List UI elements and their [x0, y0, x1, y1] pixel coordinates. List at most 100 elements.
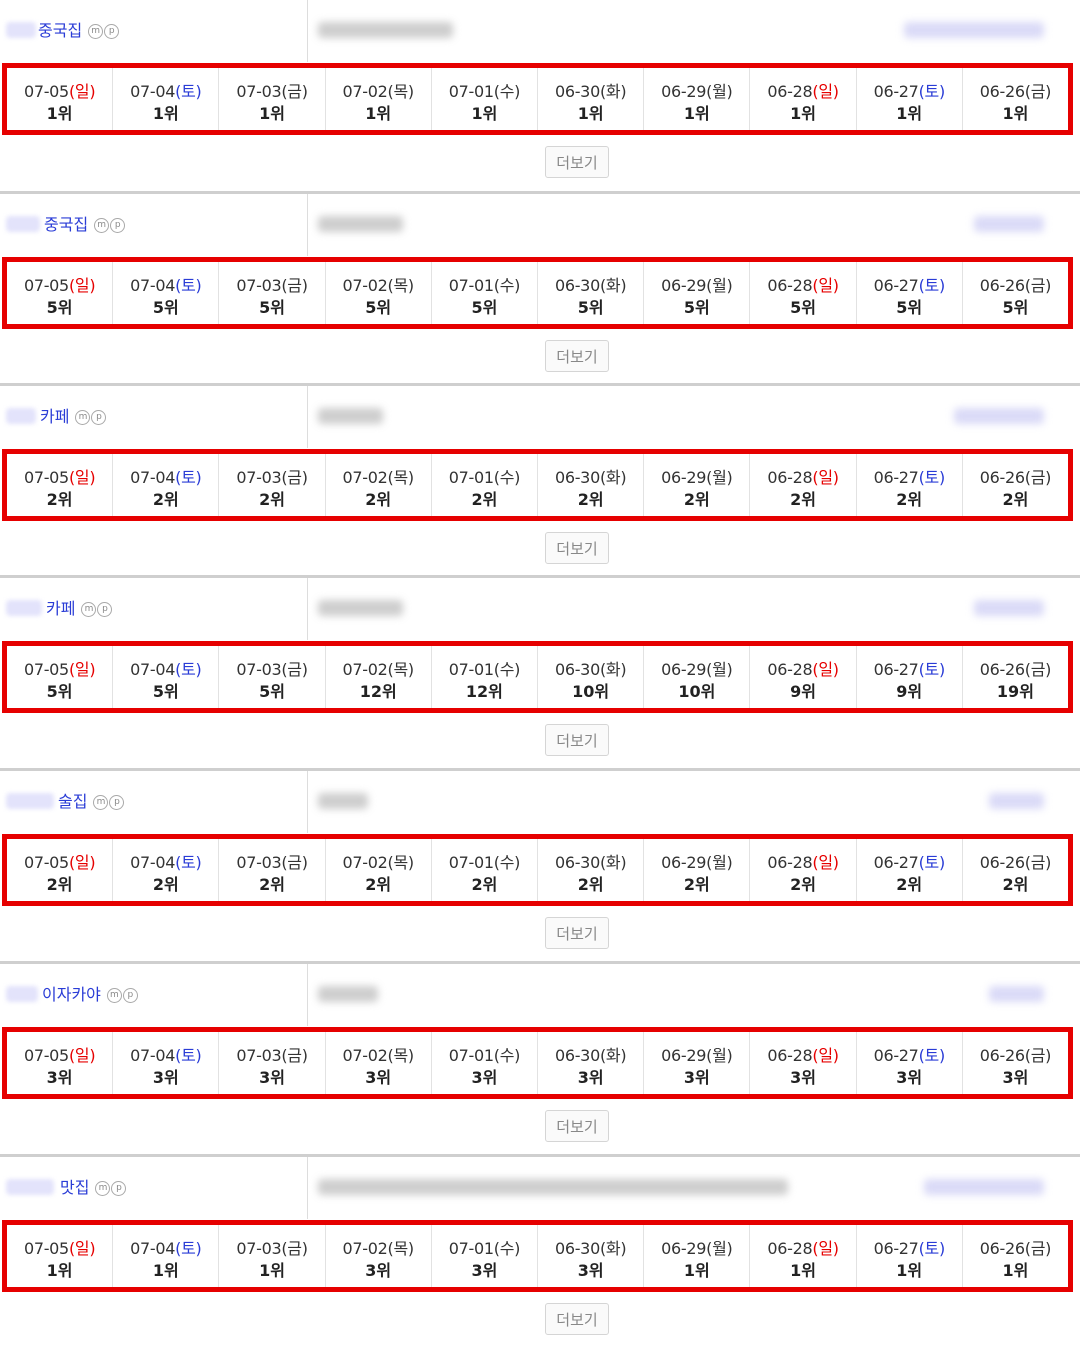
paren-close: ): [195, 1239, 202, 1258]
rank-date: 07-03(금): [219, 1046, 324, 1066]
weekday-text: 일: [818, 1046, 833, 1065]
rank-date: 07-01(수): [432, 276, 537, 296]
rank-value: 5위: [1002, 298, 1029, 317]
paren-close: ): [514, 1239, 521, 1258]
weekday-text: 일: [818, 660, 833, 679]
keyword-cell: 이자카야 m p: [0, 964, 308, 1026]
keyword-cell: 카페 m p: [0, 578, 308, 640]
more-button[interactable]: 더보기: [545, 1303, 609, 1335]
date-text: 07-02: [342, 853, 388, 872]
redacted-prefix: [6, 216, 40, 232]
rank-cell: 07-05(일) 5위: [7, 646, 114, 708]
mobile-icon[interactable]: m: [75, 410, 91, 425]
mobile-icon[interactable]: m: [106, 988, 122, 1003]
paren-close: ): [407, 468, 414, 487]
rank-date: 06-29(월): [644, 468, 749, 488]
pc-icon[interactable]: p: [91, 410, 107, 425]
date-text: 06-29: [661, 468, 707, 487]
more-button[interactable]: 더보기: [545, 340, 609, 372]
platform-icons: mp: [106, 985, 138, 1004]
pc-icon[interactable]: p: [104, 24, 120, 39]
paren-close: ): [938, 1239, 945, 1258]
keyword-link[interactable]: 중국집 m p: [38, 22, 120, 40]
rank-value: 1위: [1002, 1261, 1029, 1280]
paren-close: ): [89, 468, 96, 487]
paren-close: ): [89, 1046, 96, 1065]
date-text: 06-27: [873, 1239, 919, 1258]
redacted-prefix: [6, 600, 42, 616]
date-text: 06-28: [767, 468, 813, 487]
paren-close: ): [726, 276, 733, 295]
paren-close: ): [514, 468, 521, 487]
keyword-text: 이자카야: [42, 985, 101, 1004]
paren-close: ): [301, 82, 308, 101]
rank-cell: 06-30(화) 3위: [538, 1225, 645, 1287]
more-button[interactable]: 더보기: [545, 146, 609, 178]
paren-close: ): [938, 853, 945, 872]
date-text: 06-30: [554, 1046, 600, 1065]
paren-close: ): [89, 853, 96, 872]
keyword-link[interactable]: 이자카야 m p: [42, 986, 138, 1004]
mobile-icon[interactable]: m: [95, 1181, 111, 1196]
paren-close: ): [407, 660, 414, 679]
rank-cell: 06-28(일) 2위: [750, 454, 857, 516]
more-button[interactable]: 더보기: [545, 917, 609, 949]
mobile-icon[interactable]: m: [81, 602, 97, 617]
rank-value: 2위: [577, 875, 604, 894]
paren-close: ): [726, 1046, 733, 1065]
paren-close: ): [89, 82, 96, 101]
pc-icon[interactable]: p: [109, 795, 125, 810]
paren-close: ): [514, 1046, 521, 1065]
rank-date: 07-05(일): [7, 853, 112, 873]
mobile-icon[interactable]: m: [88, 24, 104, 39]
rank-cell: 06-26(금) 19위: [963, 646, 1068, 708]
keyword-cell: 카페 m p: [0, 386, 308, 448]
mobile-icon[interactable]: m: [94, 218, 110, 233]
keyword-link[interactable]: 카페 m p: [46, 600, 113, 618]
rank-date: 06-27(토): [857, 1046, 962, 1066]
section-header: 이자카야 m p: [0, 964, 1080, 1026]
date-text: 07-05: [23, 82, 69, 101]
pc-icon[interactable]: p: [122, 988, 138, 1003]
rank-date: 06-29(월): [644, 1046, 749, 1066]
rank-value: 5위: [152, 682, 179, 701]
keyword-section: 카페 m p 07-05(일) 5위 07-04(토) 5위 07-03(금) 5위 07-02(…: [0, 575, 1080, 770]
rank-cell: 06-26(금) 1위: [963, 1225, 1068, 1287]
rank-date: 07-05(일): [7, 82, 112, 102]
rank-value: 5위: [896, 298, 923, 317]
keyword-link[interactable]: 중국집 m p: [44, 216, 126, 234]
rank-cell: 07-02(목) 12위: [326, 646, 432, 708]
rank-value: 2위: [577, 490, 604, 509]
redacted-place-name: [318, 600, 403, 616]
weekday-text: 화: [605, 853, 621, 872]
keyword-link[interactable]: 술집 m p: [58, 793, 125, 811]
weekday-text: 일: [818, 1239, 833, 1258]
weekday-text: 월: [712, 660, 727, 679]
paren-close: ): [620, 853, 627, 872]
more-button[interactable]: 더보기: [545, 1110, 609, 1142]
pc-icon[interactable]: p: [110, 218, 126, 233]
date-text: 07-01: [448, 468, 494, 487]
keyword-link[interactable]: 카페 m p: [40, 408, 107, 426]
rank-date: 06-30(화): [538, 1046, 643, 1066]
paren-close: ): [620, 1046, 627, 1065]
weekday-text: 금: [1030, 660, 1046, 679]
rank-cell: 07-01(수) 5위: [432, 262, 539, 324]
redacted-place-name: [318, 793, 368, 809]
more-button[interactable]: 더보기: [545, 532, 609, 564]
weekday-text: 일: [74, 276, 90, 295]
pc-icon[interactable]: p: [97, 602, 113, 617]
pc-icon[interactable]: p: [111, 1181, 127, 1196]
rank-cell: 06-29(월) 3위: [644, 1032, 751, 1094]
paren-close: ): [195, 853, 202, 872]
more-button[interactable]: 더보기: [545, 724, 609, 756]
redacted-place-name: [318, 22, 453, 38]
date-text: 07-04: [130, 1239, 176, 1258]
rank-value: 9위: [790, 682, 816, 701]
date-text: 07-02: [342, 660, 388, 679]
rank-cell: 07-05(일) 1위: [7, 68, 114, 130]
keyword-link[interactable]: 맛집 m p: [60, 1179, 127, 1197]
rank-value: 2위: [790, 875, 816, 894]
rank-value: 1위: [683, 104, 710, 123]
mobile-icon[interactable]: m: [93, 795, 109, 810]
